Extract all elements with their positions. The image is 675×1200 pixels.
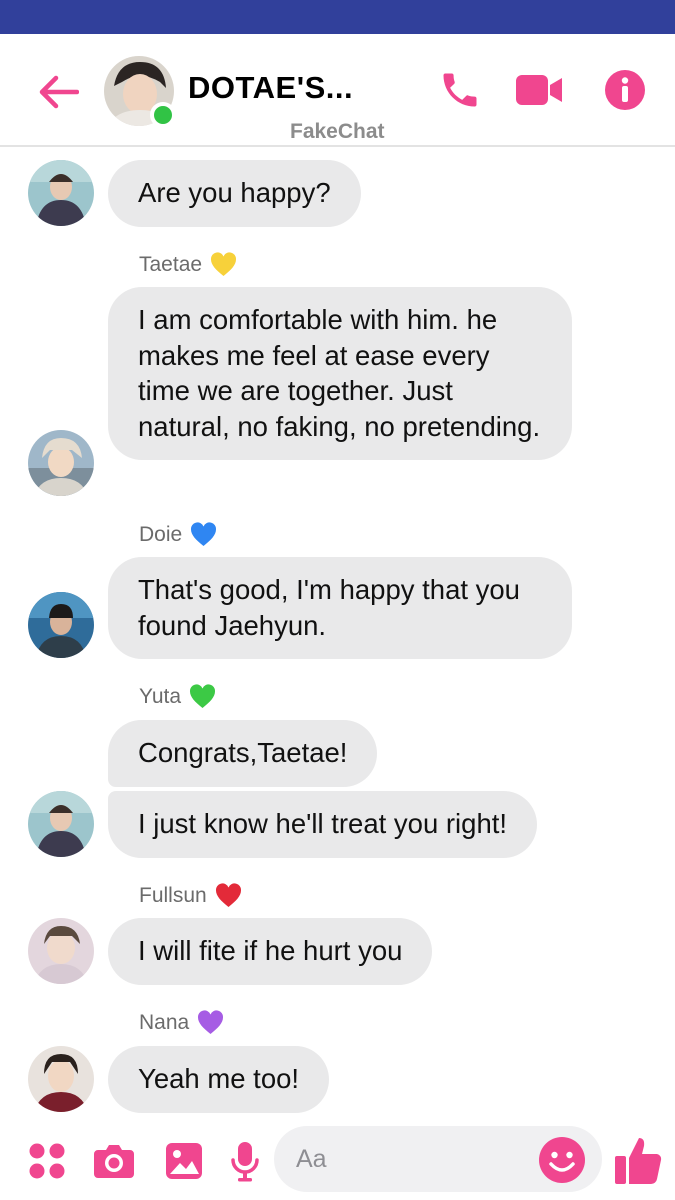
sender-name: Doie bbox=[139, 522, 183, 546]
online-status-dot bbox=[150, 102, 176, 128]
watermark: FakeChat bbox=[290, 120, 385, 143]
purple-heart-icon bbox=[198, 1010, 224, 1034]
red-heart-icon bbox=[215, 883, 241, 907]
message-bubble[interactable]: I will fite if he hurt you bbox=[108, 918, 433, 985]
sender-avatar[interactable] bbox=[28, 791, 94, 857]
sender-name-row: Taetae bbox=[139, 252, 237, 277]
apps-button[interactable] bbox=[22, 1136, 72, 1186]
apps-grid-icon bbox=[29, 1143, 65, 1179]
status-bar bbox=[0, 0, 675, 34]
thumbs-up-icon bbox=[615, 1138, 662, 1185]
emoji-button[interactable] bbox=[538, 1136, 586, 1184]
sender-name-row: Yuta bbox=[139, 684, 216, 709]
camera-button[interactable] bbox=[89, 1136, 139, 1186]
chat-title[interactable]: DOTAE'S... bbox=[188, 70, 353, 106]
message-bubble[interactable]: Congrats,Taetae! bbox=[108, 720, 378, 787]
sender-name: Fullsun bbox=[139, 883, 207, 907]
back-button[interactable] bbox=[30, 64, 86, 120]
sender-avatar[interactable] bbox=[28, 1046, 94, 1112]
video-call-button[interactable] bbox=[511, 62, 567, 118]
message-bubble[interactable]: Are you happy? bbox=[108, 160, 361, 227]
message-bubble[interactable]: I just know he'll treat you right! bbox=[108, 791, 538, 858]
message-bubble[interactable]: That's good, I'm happy that you found Ja… bbox=[108, 557, 572, 659]
info-icon bbox=[605, 70, 645, 110]
green-heart-icon bbox=[190, 684, 216, 708]
group-avatar[interactable] bbox=[104, 56, 176, 128]
microphone-icon bbox=[231, 1142, 259, 1182]
yellow-heart-icon bbox=[211, 252, 237, 276]
sender-avatar[interactable] bbox=[28, 592, 94, 658]
emoji-icon bbox=[539, 1137, 585, 1183]
info-button[interactable] bbox=[597, 62, 653, 118]
sender-name-row: Doie bbox=[139, 522, 217, 547]
chat-header: DOTAE'S... FakeChat bbox=[0, 34, 675, 147]
message-bubble[interactable]: I am comfortable with him. he makes me f… bbox=[108, 287, 572, 460]
blue-heart-icon bbox=[191, 522, 217, 546]
sender-name: Taetae bbox=[139, 252, 203, 276]
sender-avatar[interactable] bbox=[28, 430, 94, 496]
sender-name-row: Fullsun bbox=[139, 883, 242, 908]
gallery-button[interactable] bbox=[159, 1136, 209, 1186]
sender-name-row: Nana bbox=[139, 1010, 224, 1035]
arrow-left-icon bbox=[39, 75, 79, 109]
camera-icon bbox=[94, 1145, 134, 1178]
phone-icon bbox=[443, 73, 477, 107]
sender-avatar[interactable] bbox=[28, 160, 94, 226]
sender-avatar[interactable] bbox=[28, 918, 94, 984]
sender-name: Nana bbox=[139, 1010, 190, 1034]
message-bubble[interactable]: Yeah me too! bbox=[108, 1046, 330, 1113]
message-composer bbox=[0, 1122, 675, 1200]
sender-name: Yuta bbox=[139, 684, 182, 708]
gallery-icon bbox=[166, 1143, 202, 1179]
voice-message-button[interactable] bbox=[220, 1136, 270, 1186]
video-camera-icon bbox=[516, 75, 562, 105]
voice-call-button[interactable] bbox=[432, 62, 488, 118]
like-button[interactable] bbox=[612, 1134, 664, 1186]
